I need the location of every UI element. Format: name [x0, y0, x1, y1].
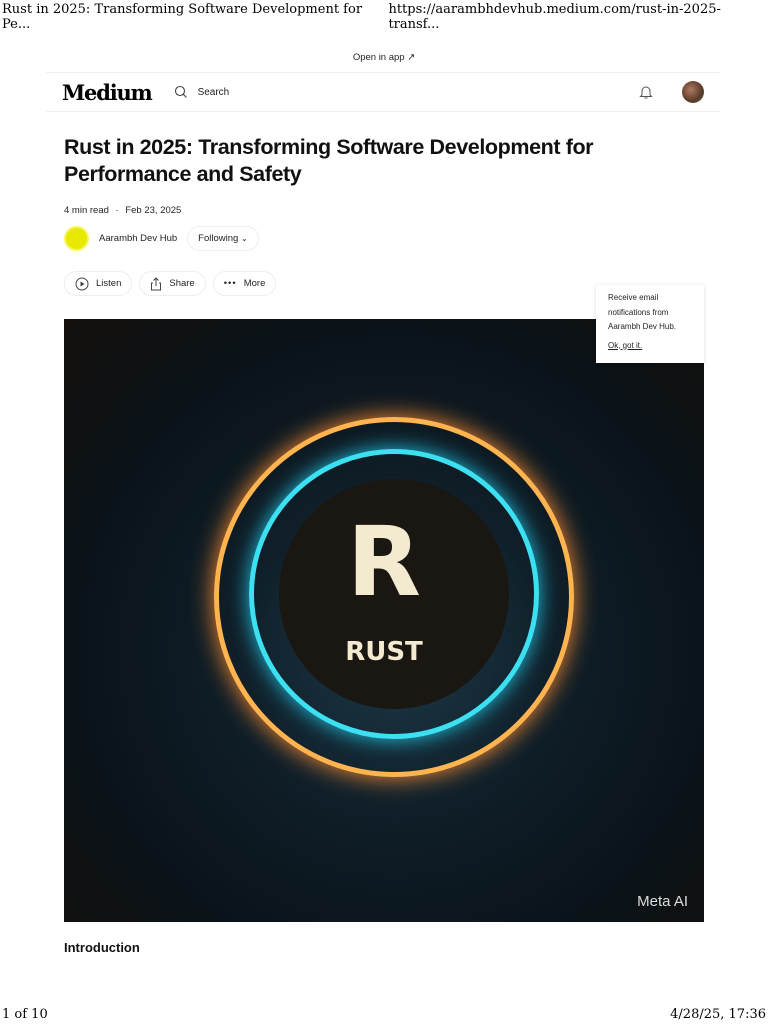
top-nav: Medium Search — [46, 72, 720, 112]
author-row: Aarambh Dev Hub Following ⌄ — [64, 226, 259, 251]
more-button[interactable]: ••• More — [212, 271, 277, 296]
bell-icon[interactable] — [638, 84, 654, 100]
print-header: Rust in 2025: Transforming Software Deve… — [0, 2, 768, 32]
print-url: https://aarambhdevhub.medium.com/rust-in… — [388, 2, 721, 32]
listen-button[interactable]: Listen — [64, 271, 133, 296]
play-icon — [75, 277, 89, 290]
user-avatar[interactable] — [682, 81, 704, 103]
meta-ai-watermark: Meta AI — [637, 893, 688, 910]
hero-image: R RUST Meta AI — [64, 319, 704, 922]
share-button[interactable]: Share — [139, 271, 206, 296]
ok-got-it-link[interactable]: Ok, got it. — [608, 339, 692, 354]
search-label: Search — [197, 86, 230, 98]
more-label: More — [243, 278, 266, 289]
section-heading: Introduction — [64, 940, 140, 955]
author-name[interactable]: Aarambh Dev Hub — [99, 233, 177, 244]
more-dots-icon: ••• — [223, 278, 237, 289]
rust-word: RUST — [345, 637, 423, 667]
following-label: Following — [198, 233, 239, 244]
share-label: Share — [169, 278, 195, 289]
publication-avatar[interactable] — [64, 226, 89, 251]
read-time: 4 min read — [64, 205, 109, 216]
page-number: 1 of 10 — [2, 1007, 48, 1022]
medium-logo[interactable]: Medium — [62, 80, 153, 105]
article-meta: 4 min read · Feb 23, 2025 — [64, 205, 181, 216]
print-title: Rust in 2025: Transforming Software Deve… — [2, 2, 363, 32]
open-in-app-link[interactable]: Open in app ↗ — [0, 52, 768, 63]
following-button[interactable]: Following ⌄ — [187, 226, 259, 251]
search-button[interactable]: Search — [174, 85, 230, 99]
article-actions: Listen Share ••• More — [64, 271, 277, 296]
separator: · — [115, 205, 119, 216]
search-icon — [174, 85, 187, 98]
rust-letter: R — [347, 506, 421, 618]
tooltip-text: Receive email notifications from Aarambh… — [608, 293, 677, 331]
article-title: Rust in 2025: Transforming Software Deve… — [64, 135, 594, 186]
print-footer: 1 of 10 4/28/25, 17:36 — [0, 1007, 768, 1022]
email-notification-tooltip: Receive email notifications from Aarambh… — [596, 285, 704, 363]
print-datetime: 4/28/25, 17:36 — [670, 1007, 766, 1022]
listen-label: Listen — [96, 278, 122, 289]
chevron-down-icon: ⌄ — [240, 234, 248, 243]
share-icon — [151, 276, 162, 290]
publish-date: Feb 23, 2025 — [125, 205, 182, 216]
